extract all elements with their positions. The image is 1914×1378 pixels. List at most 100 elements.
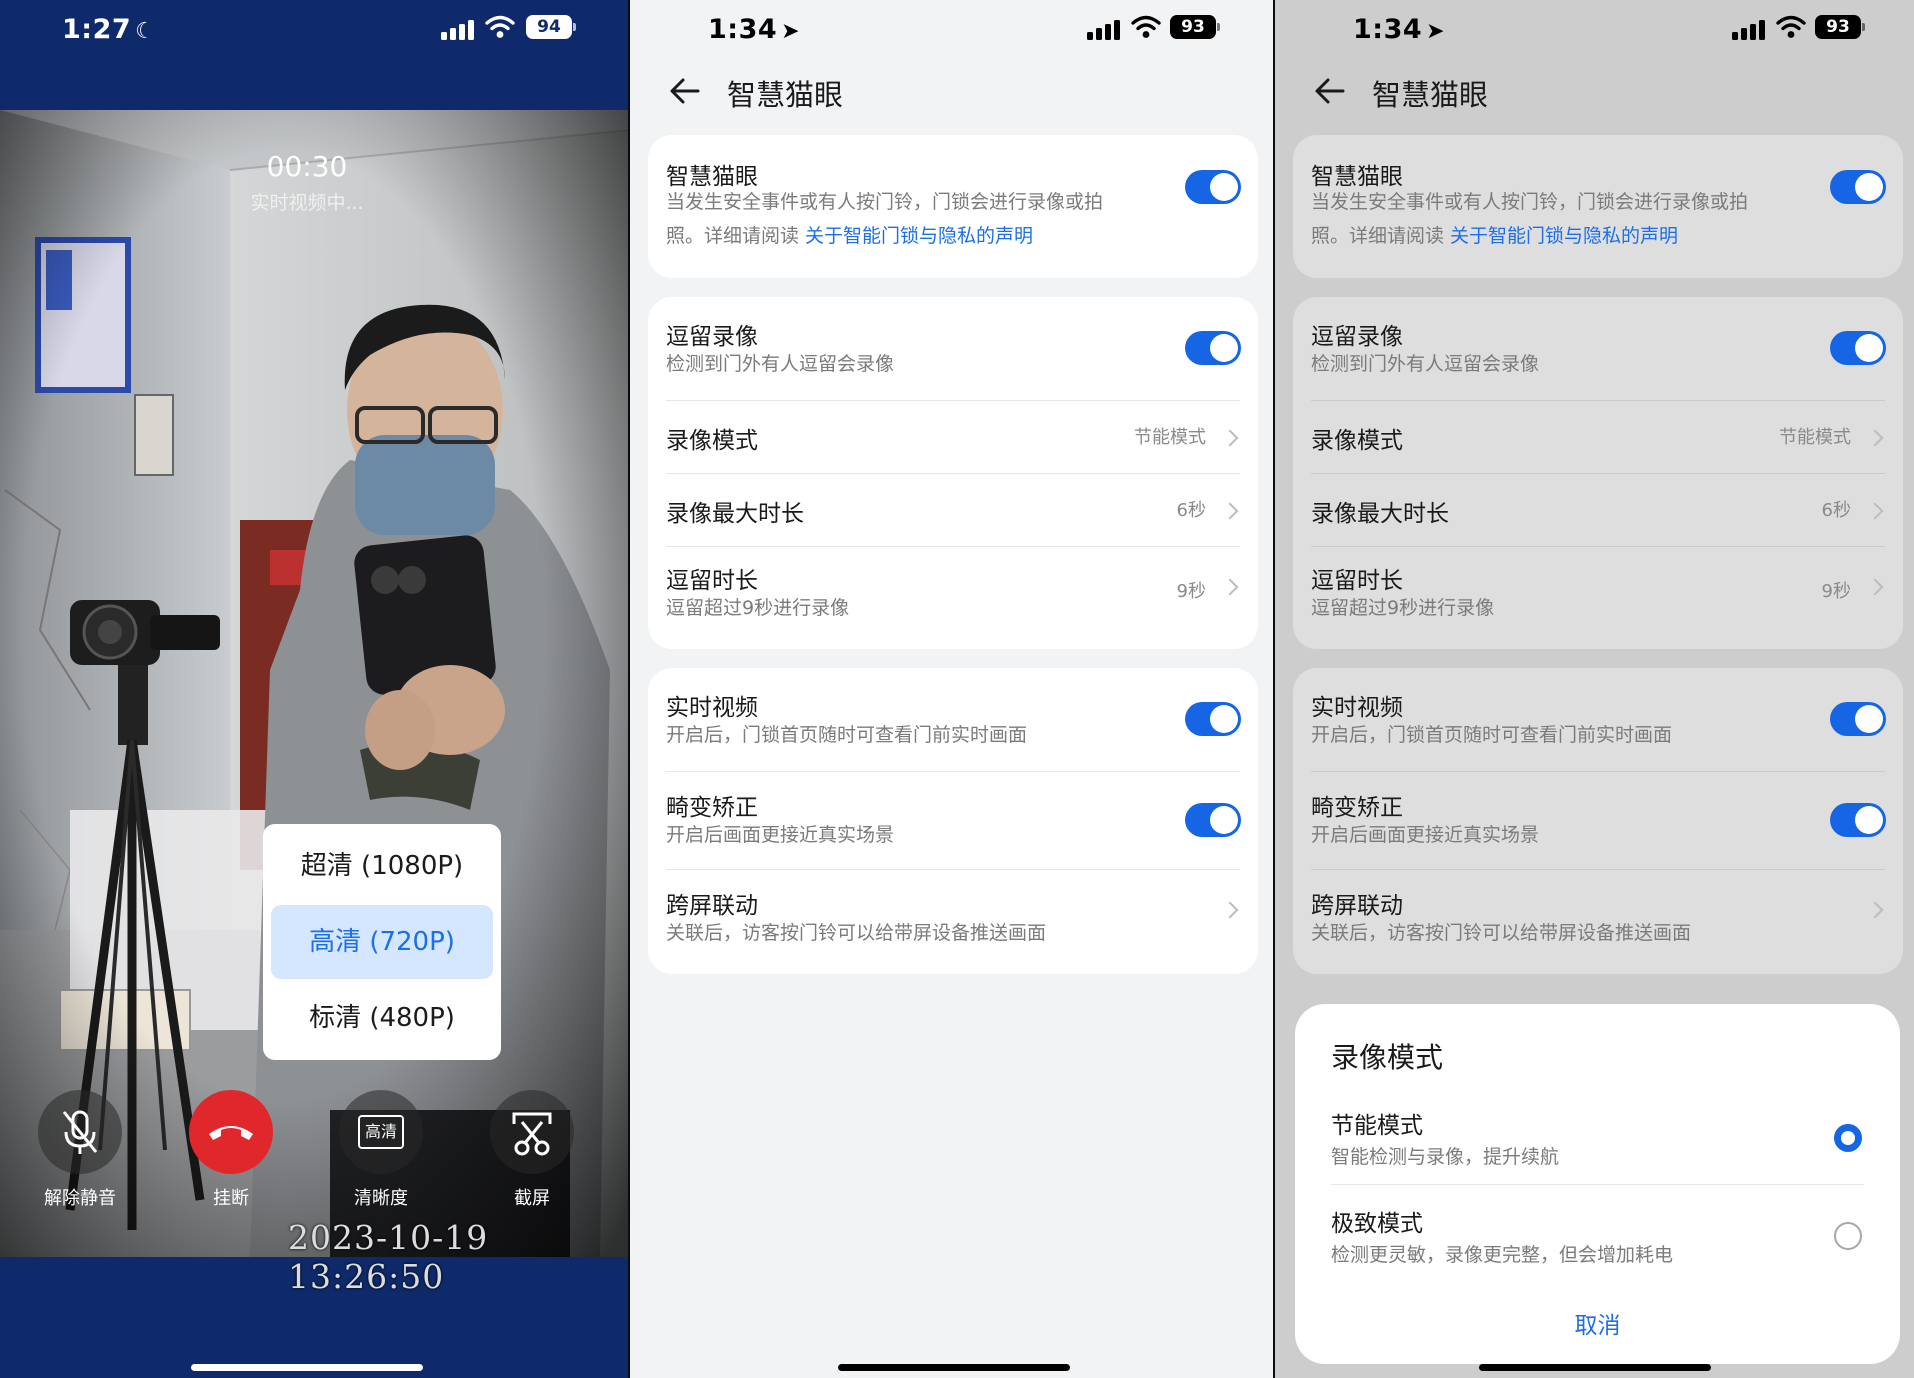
max-length-row: 录像最大时长 6秒	[1293, 474, 1903, 547]
doorstep-scene	[0, 110, 630, 1257]
hd-icon: 高清	[358, 1115, 404, 1149]
call-timer: 00:30	[266, 150, 348, 183]
distortion-toggle[interactable]	[1185, 803, 1241, 837]
max-length-row[interactable]: 录像最大时长 6秒	[648, 474, 1258, 547]
option-power-saving-desc: 智能检测与录像，提升续航	[1331, 1146, 1560, 1168]
radio-unselected[interactable]	[1834, 1222, 1862, 1250]
cross-screen-row[interactable]: 跨屏联动 关联后，访客按门铃可以给带屏设备推送画面	[648, 870, 1258, 974]
linger-record-desc: 检测到门外有人逗留会录像	[1311, 353, 1540, 375]
hangup-button[interactable]	[189, 1090, 273, 1174]
settings-with-sheet-screen: 1:34 ➤ 93 智慧猫眼 智慧猫眼 当发生安全事件或有人按门铃，门锁会进行录像…	[1275, 0, 1914, 1378]
option-extreme-title: 极致模式	[1331, 1211, 1423, 1237]
option-power-saving[interactable]: 节能模式 智能检测与录像，提升续航	[1295, 1094, 1900, 1184]
cat-eye-desc-line2: 照。详细请阅读 关于智能门锁与隐私的声明	[1311, 219, 1807, 253]
linger-duration-row[interactable]: 逗留时长 逗留超过9秒进行录像 9秒	[648, 547, 1258, 649]
cancel-button[interactable]: 取消	[1295, 1306, 1900, 1340]
live-video-toggle[interactable]	[1185, 702, 1241, 736]
quality-option-720p[interactable]: 高清 (720P)	[271, 905, 493, 979]
status-bar: 1:27 ☾ 94	[0, 0, 630, 56]
linger-duration-row: 逗留时长 逗留超过9秒进行录像 9秒	[1293, 547, 1903, 649]
screenshot-control[interactable]: 截屏	[462, 1090, 602, 1210]
cross-screen-desc: 关联后，访客按门铃可以给带屏设备推送画面	[666, 922, 1047, 944]
distortion-desc: 开启后画面更接近真实场景	[666, 824, 895, 846]
distortion-toggle	[1830, 803, 1886, 837]
quality-option-480p[interactable]: 标清 (480P)	[271, 981, 493, 1055]
record-mode-sheet: 录像模式 节能模式 智能检测与录像，提升续航 极致模式 检测更灵敏，录像更完整，…	[1295, 1004, 1900, 1364]
home-indicator	[1479, 1364, 1711, 1371]
max-length-value: 6秒	[1176, 500, 1206, 521]
unmute-label: 解除静音	[44, 1188, 116, 1209]
live-video-row: 实时视频 开启后，门锁首页随时可查看门前实时画面	[648, 668, 1258, 772]
cat-eye-desc: 当发生安全事件或有人按门铃，门锁会进行录像或拍 照。详细请阅读 关于智能门锁与隐…	[1311, 185, 1807, 253]
distortion-desc: 开启后画面更接近真实场景	[1311, 824, 1540, 846]
linger-duration-desc: 逗留超过9秒进行录像	[666, 597, 850, 619]
back-arrow-icon[interactable]	[668, 74, 702, 108]
quality-option-1080p[interactable]: 超清 (1080P)	[271, 829, 493, 903]
battery-icon: 93	[1170, 15, 1216, 39]
cat-eye-desc-line2: 照。详细请阅读 关于智能门锁与隐私的声明	[666, 219, 1162, 253]
screenshot-label: 截屏	[514, 1188, 550, 1209]
home-indicator	[191, 1364, 423, 1371]
max-length-value: 6秒	[1821, 500, 1851, 521]
linger-duration-desc: 逗留超过9秒进行录像	[1311, 597, 1495, 619]
record-mode-title: 录像模式	[1311, 428, 1403, 454]
battery-nub	[573, 23, 576, 31]
linger-record-row: 逗留录像 检测到门外有人逗留会录像	[1293, 297, 1903, 401]
max-length-title: 录像最大时长	[666, 501, 804, 527]
status-bar: 1:34 ➤ 93	[630, 0, 1275, 56]
cat-eye-toggle[interactable]	[1185, 170, 1241, 204]
option-extreme[interactable]: 极致模式 检测更灵敏，录像更完整，但会增加耗电	[1295, 1192, 1900, 1282]
cat-eye-desc-prefix: 照。详细请阅读	[666, 225, 806, 247]
chevron-right-icon	[1866, 429, 1884, 447]
radio-selected[interactable]	[1834, 1124, 1862, 1152]
status-time: 1:27 ☾	[62, 14, 156, 45]
record-mode-row: 录像模式 节能模式	[1293, 401, 1903, 474]
signal-icon	[1732, 18, 1766, 40]
linger-duration-value: 9秒	[1176, 581, 1206, 602]
card-video: 实时视频 开启后，门锁首页随时可查看门前实时画面 畸变矫正 开启后画面更接近真实…	[648, 668, 1258, 974]
unmute-control[interactable]: 解除静音	[10, 1090, 150, 1210]
option-divider	[1331, 1184, 1864, 1185]
linger-duration-title: 逗留时长	[666, 568, 758, 594]
chevron-right-icon	[1221, 429, 1239, 447]
battery-nub	[1217, 23, 1220, 31]
privacy-link[interactable]: 关于智能门锁与隐私的声明	[805, 225, 1033, 247]
record-mode-value: 节能模式	[1134, 427, 1206, 448]
mic-off-icon	[62, 1110, 98, 1154]
live-video-title: 实时视频	[666, 695, 758, 721]
scissors-screenshot-icon	[512, 1112, 552, 1156]
card-cat-eye: 智慧猫眼 当发生安全事件或有人按门铃，门锁会进行录像或拍 照。详细请阅读 关于智…	[648, 135, 1258, 278]
card-recording: 逗留录像 检测到门外有人逗留会录像 录像模式 节能模式 录像最大时长 6秒 逗留…	[1293, 297, 1903, 649]
phone-hangup-icon	[209, 1126, 253, 1140]
wifi-icon	[1131, 15, 1161, 38]
cross-screen-title: 跨屏联动	[666, 893, 758, 919]
back-arrow-icon[interactable]	[1313, 74, 1347, 108]
page-title: 智慧猫眼	[727, 78, 844, 112]
signal-icon	[441, 18, 475, 40]
distortion-title: 畸变矫正	[666, 795, 758, 821]
option-extreme-desc: 检测更灵敏，录像更完整，但会增加耗电	[1331, 1244, 1674, 1266]
live-video-toggle	[1830, 702, 1886, 736]
hangup-control[interactable]: 挂断	[161, 1090, 301, 1210]
cat-eye-row: 智慧猫眼 当发生安全事件或有人按门铃，门锁会进行录像或拍 照。详细请阅读 关于智…	[1293, 135, 1903, 278]
chevron-right-icon	[1221, 502, 1239, 520]
screenshot-button[interactable]	[490, 1090, 574, 1174]
linger-record-row: 逗留录像 检测到门外有人逗留会录像	[648, 297, 1258, 401]
live-video-screen: 1:27 ☾ 94 00:30 实时视频中... 超清 (1080P) 高清 (…	[0, 0, 630, 1378]
quality-button[interactable]: 高清	[339, 1090, 423, 1174]
record-mode-row[interactable]: 录像模式 节能模式	[648, 401, 1258, 474]
page-title: 智慧猫眼	[1372, 78, 1489, 112]
unmute-button[interactable]	[38, 1090, 122, 1174]
chevron-right-icon	[1866, 578, 1884, 596]
quality-control[interactable]: 高清 清晰度	[311, 1090, 451, 1210]
linger-record-title: 逗留录像	[666, 324, 758, 350]
status-bar: 1:34 ➤ 93	[1275, 0, 1914, 56]
option-power-saving-title: 节能模式	[1331, 1113, 1423, 1139]
linger-record-title: 逗留录像	[1311, 324, 1403, 350]
battery-icon: 94	[526, 15, 572, 39]
cat-eye-desc-prefix: 照。详细请阅读	[1311, 225, 1451, 247]
linger-record-toggle[interactable]	[1185, 331, 1241, 365]
location-arrow-icon: ➤	[781, 19, 801, 44]
linger-duration-title: 逗留时长	[1311, 568, 1403, 594]
settings-screen: 1:34 ➤ 93 智慧猫眼 智慧猫眼 当发生安全事件或有人按门铃，门锁会进行录像…	[630, 0, 1275, 1378]
